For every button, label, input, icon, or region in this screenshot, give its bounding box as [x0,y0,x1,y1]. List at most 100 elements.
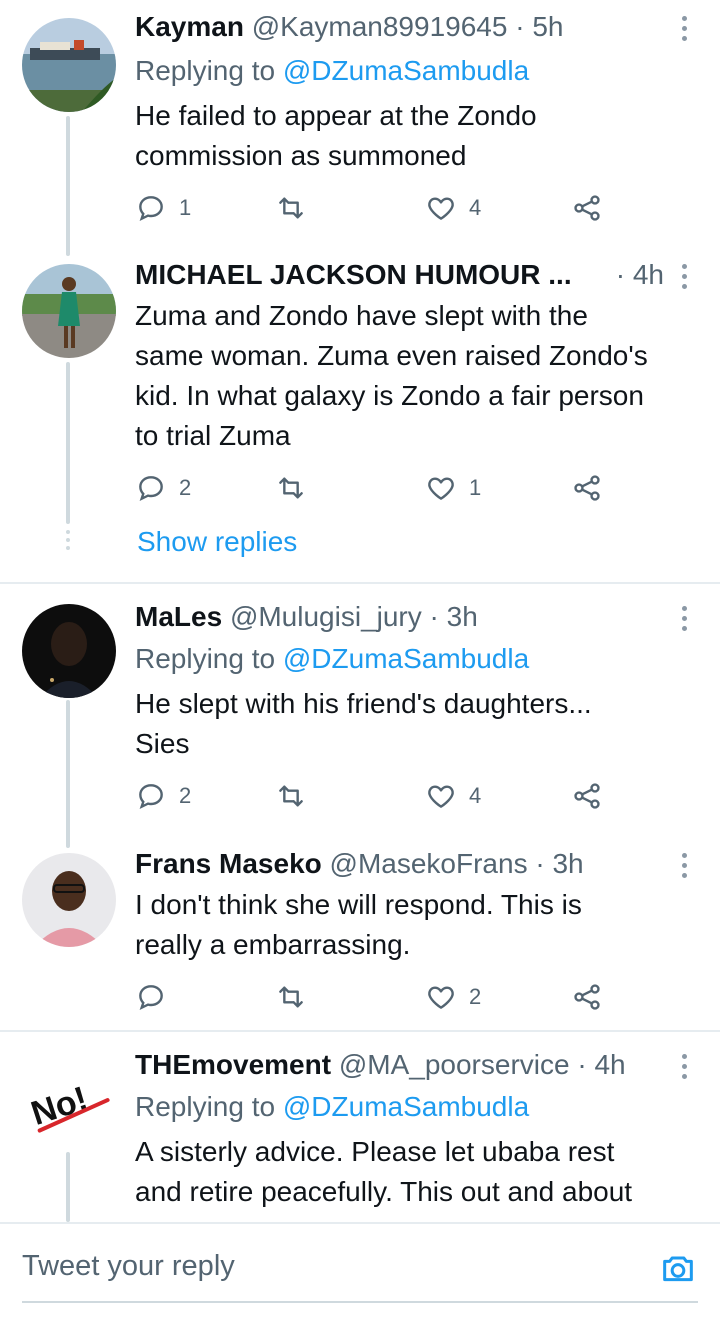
avatar[interactable] [22,18,116,112]
no-sign-logo: No! [27,1079,110,1133]
camera-icon[interactable] [658,1248,698,1288]
more-options-icon[interactable] [674,604,694,634]
more-options-icon[interactable] [674,1052,694,1082]
timestamp[interactable]: 5h [532,11,563,42]
heart-icon [428,197,454,220]
like-button[interactable]: 1 [425,468,481,508]
separator-dot: · [515,11,525,42]
more-options-icon[interactable] [674,262,694,292]
tweet-actions: 1 4 [135,188,615,228]
like-button[interactable]: 4 [425,776,481,816]
tweet-header: THEmovement @MA_poorservice · 4h [135,1044,660,1086]
replying-to-mention[interactable]: @DZumaSambudla [283,643,529,674]
tweet-header: Kayman @Kayman89919645 · 5h [135,6,660,48]
reply-button[interactable]: 1 [135,188,191,228]
display-name[interactable]: Kayman [135,11,244,42]
retweet-icon [279,197,303,219]
tweet-males[interactable]: MaLes @Mulugisi_jury · 3h Replying to @D… [0,596,720,848]
timestamp[interactable]: 4h [594,1049,625,1080]
display-name[interactable]: MaLes [135,601,222,632]
more-options-icon[interactable] [674,851,694,881]
input-underline [22,1301,698,1303]
display-name[interactable]: THEmovement [135,1049,331,1080]
handle[interactable]: @Mulugisi_jury [230,601,422,632]
replying-to: Replying to @DZumaSambudla [135,50,529,92]
share-icon [574,475,600,501]
show-replies-link[interactable]: Show replies [137,522,297,562]
reply-button[interactable]: 2 [135,468,191,508]
retweet-button[interactable] [275,776,307,816]
tweet-text: A sisterly advice. Please let ubaba rest… [135,1132,695,1212]
reply-icon [139,784,163,809]
reply-button[interactable]: 2 [135,776,191,816]
replying-to: Replying to @DZumaSambudla [135,638,529,680]
timestamp[interactable]: 3h [552,848,583,879]
thread-divider [0,1030,720,1032]
share-button[interactable] [571,977,603,1017]
tweet-text-line: He slept with his friend's daughters... [135,688,592,719]
reply-count: 2 [179,475,192,500]
tweet-kayman[interactable]: Kayman @Kayman89919645 · 5h Replying to … [0,6,720,256]
replying-to-prefix: Replying to [135,643,276,674]
thread-line [66,362,70,524]
reply-icon [139,196,163,221]
tweet-text-line: Sies [135,728,190,759]
display-name[interactable]: MICHAEL JACKSON HUMOUR ... [135,259,572,290]
like-button[interactable]: 2 [425,977,481,1017]
display-name[interactable]: Frans Maseko [135,848,322,879]
heart-icon [428,785,454,808]
tweet-michael-jackson-humour[interactable]: MICHAEL JACKSON HUMOUR ... · 4h Zuma and… [0,254,720,584]
like-button[interactable]: 4 [425,188,481,228]
reply-icon [139,985,163,1010]
share-icon [574,195,600,221]
replying-to: Replying to @DZumaSambudla [135,1086,529,1128]
thread-line [66,1152,70,1222]
tweet-text-line: Zuma and Zondo have slept with the [135,300,588,331]
avatar[interactable]: No! [22,1054,116,1148]
reply-button[interactable] [135,977,179,1017]
avatar[interactable] [22,853,116,947]
thread-line [66,700,70,848]
replying-to-prefix: Replying to [135,55,276,86]
tweet-actions: 2 1 [135,468,615,508]
avatar[interactable] [22,264,116,358]
share-button[interactable] [571,188,603,228]
tweet-text-line: I don't think she will respond. This is [135,889,582,920]
retweet-button[interactable] [275,188,307,228]
tweet-text-line: and retire peacefully. This out and abou… [135,1176,633,1207]
tweet-text-line: to trial Zuma [135,420,291,451]
tweet-themovement[interactable]: No! THEmovement @MA_poorservice · 4h Rep… [0,1044,720,1222]
reply-composer: Tweet your reply [0,1222,720,1335]
timestamp[interactable]: 4h [633,259,664,290]
retweet-icon [279,785,303,807]
thread-line [66,116,70,256]
tweet-time-group: · 4h [616,254,664,296]
retweet-button[interactable] [275,468,307,508]
heart-icon [428,477,454,500]
share-button[interactable] [571,776,603,816]
tweet-reply-input[interactable]: Tweet your reply [22,1250,235,1283]
tweet-text-line: same woman. Zuma even raised Zondo's [135,340,648,371]
replying-to-mention[interactable]: @DZumaSambudla [283,1091,529,1122]
retweet-button[interactable] [275,977,307,1017]
like-count: 2 [469,984,482,1009]
avatar[interactable] [22,604,116,698]
tweet-text: He slept with his friend's daughters... … [135,684,695,764]
more-options-icon[interactable] [674,14,694,44]
separator-dot: · [615,259,626,290]
tweet-text-line: commission as summoned [135,140,467,171]
tweet-text-line: kid. In what galaxy is Zondo a fair pers… [135,380,644,411]
replying-to-mention[interactable]: @DZumaSambudla [283,55,529,86]
tweet-text: Zuma and Zondo have slept with the same … [135,296,695,456]
handle[interactable]: @MasekoFrans [330,848,528,879]
handle[interactable]: @MA_poorservice [339,1049,570,1080]
heart-icon [428,986,454,1009]
share-button[interactable] [571,468,603,508]
avatar-lettering: No! [27,1079,93,1133]
timestamp[interactable]: 3h [447,601,478,632]
replying-to-prefix: Replying to [135,1091,276,1122]
reply-count: 2 [179,783,192,808]
handle[interactable]: @Kayman89919645 [252,11,508,42]
thread-continuation-dots [66,530,70,552]
tweet-frans-maseko[interactable]: Frans Maseko @MasekoFrans · 3h I don't t… [0,843,720,1033]
